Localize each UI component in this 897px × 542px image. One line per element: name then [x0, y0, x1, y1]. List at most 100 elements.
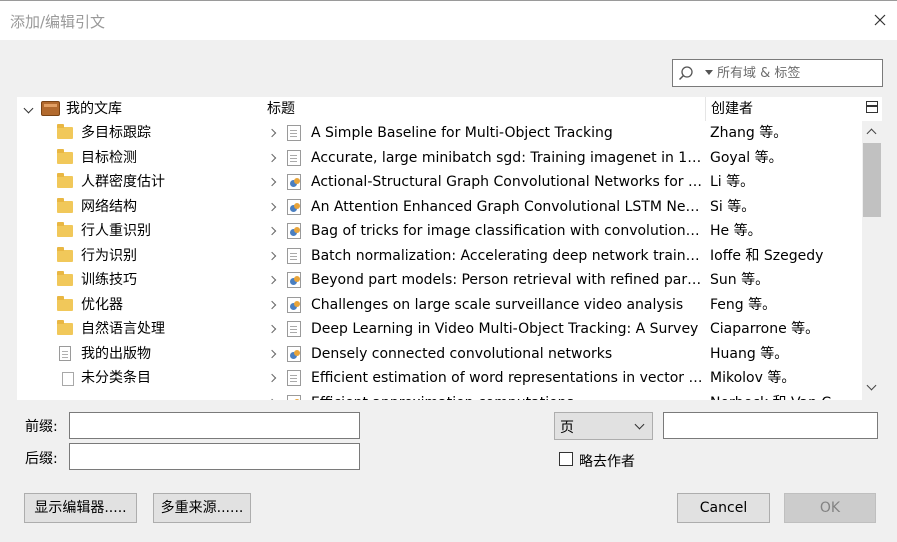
- table-row[interactable]: Bag of tricks for image classification w…: [262, 219, 862, 243]
- expand-chevron-icon[interactable]: [267, 398, 277, 400]
- row-title: Deep Learning in Video Multi-Object Trac…: [311, 321, 699, 337]
- tree-item-collection[interactable]: 行为识别: [17, 244, 262, 268]
- tree-item-collection[interactable]: 多目标跟踪: [17, 121, 262, 145]
- table-row[interactable]: Efficient approximation computations Nor…: [262, 391, 862, 400]
- row-title: Challenges on large scale surveillance v…: [311, 297, 684, 313]
- column-header-creator[interactable]: 创建者: [711, 97, 753, 121]
- table-row[interactable]: Deep Learning in Video Multi-Object Trac…: [262, 317, 862, 341]
- omit-author-label[interactable]: 略去作者: [579, 451, 635, 471]
- table-row[interactable]: Accurate, large minibatch sgd: Training …: [262, 146, 862, 170]
- row-creator: Li 等。: [710, 174, 755, 190]
- suffix-input[interactable]: [70, 444, 359, 469]
- row-title: A Simple Baseline for Multi-Object Track…: [311, 125, 613, 141]
- row-title: Batch normalization: Accelerating deep n…: [311, 248, 703, 264]
- expand-chevron-icon[interactable]: [267, 324, 277, 334]
- row-title: Densely connected convolutional networks: [311, 346, 613, 362]
- tree-item-my-library[interactable]: 我的文库: [17, 97, 262, 121]
- row-title: Bag of tricks for image classification w…: [311, 223, 703, 239]
- document-icon: [59, 346, 71, 361]
- locator-select[interactable]: 页: [554, 412, 653, 440]
- row-creator: Feng 等。: [710, 297, 777, 313]
- tree-item-unfiled[interactable]: 未分类条目: [17, 366, 262, 390]
- column-divider[interactable]: [705, 97, 706, 121]
- table-row[interactable]: A Simple Baseline for Multi-Object Track…: [262, 121, 862, 145]
- row-title: An Attention Enhanced Graph Convolutiona…: [311, 199, 703, 215]
- row-creator: Goyal 等。: [710, 150, 783, 166]
- items-table: 标题 创建者 A Simple Baseline for Multi-Objec…: [262, 97, 882, 400]
- table-row[interactable]: Actional-Structural Graph Convolutional …: [262, 170, 862, 194]
- folder-icon: [57, 247, 73, 262]
- expand-chevron-icon[interactable]: [267, 300, 277, 310]
- table-row[interactable]: Densely connected convolutional networks…: [262, 342, 862, 366]
- tree-item-label: 行人重识别: [81, 223, 151, 239]
- folder-icon: [57, 198, 73, 213]
- tree-item-collection[interactable]: 训练技巧: [17, 268, 262, 292]
- row-creator: He 等。: [710, 223, 762, 239]
- tree-item-collection[interactable]: 优化器: [17, 293, 262, 317]
- scroll-up-icon[interactable]: [866, 128, 877, 139]
- close-icon[interactable]: [873, 13, 887, 27]
- ok-button[interactable]: OK: [784, 493, 876, 523]
- table-row[interactable]: Efficient estimation of word representat…: [262, 366, 862, 390]
- table-row[interactable]: Beyond part models: Person retrieval wit…: [262, 268, 862, 292]
- row-creator: Si 等。: [710, 199, 756, 215]
- prefix-field[interactable]: [69, 412, 360, 439]
- expand-chevron-icon[interactable]: [267, 373, 277, 383]
- row-title: Efficient estimation of word representat…: [311, 370, 703, 386]
- scroll-thumb[interactable]: [863, 143, 881, 217]
- table-row[interactable]: Challenges on large scale surveillance v…: [262, 293, 862, 317]
- conference-paper-icon: [287, 199, 301, 215]
- row-creator: Sun 等。: [710, 272, 770, 288]
- table-scrollbar[interactable]: [862, 121, 882, 400]
- tree-item-label: 自然语言处理: [81, 321, 165, 337]
- tree-item-collection[interactable]: 行人重识别: [17, 219, 262, 243]
- journal-article-icon: [287, 150, 301, 166]
- folder-icon: [57, 296, 73, 311]
- multiple-sources-button[interactable]: 多重来源......: [153, 493, 251, 523]
- suffix-label: 后缀:: [25, 451, 58, 467]
- journal-article-icon: [287, 248, 301, 264]
- folder-icon: [57, 320, 73, 335]
- tree-item-collection[interactable]: 人群密度估计: [17, 170, 262, 194]
- column-header-title[interactable]: 标题: [267, 97, 295, 121]
- collapse-chevron-icon[interactable]: [23, 103, 34, 114]
- tree-item-label: 多目标跟踪: [81, 125, 151, 141]
- tree-item-collection[interactable]: 目标检测: [17, 146, 262, 170]
- omit-author-checkbox[interactable]: [559, 452, 573, 466]
- show-editor-button[interactable]: 显示编辑器.....: [24, 493, 137, 523]
- conference-paper-icon: [287, 346, 301, 362]
- prefix-input[interactable]: [70, 413, 359, 438]
- conference-paper-icon: [287, 395, 301, 400]
- tree-item-collection[interactable]: 自然语言处理: [17, 317, 262, 341]
- suffix-field[interactable]: [69, 443, 360, 470]
- scroll-down-icon[interactable]: [866, 380, 877, 391]
- table-row[interactable]: Batch normalization: Accelerating deep n…: [262, 244, 862, 268]
- expand-chevron-icon[interactable]: [267, 128, 277, 138]
- expand-chevron-icon[interactable]: [267, 177, 277, 187]
- table-row[interactable]: An Attention Enhanced Graph Convolutiona…: [262, 195, 862, 219]
- expand-chevron-icon[interactable]: [267, 251, 277, 261]
- row-title: Efficient approximation computations: [311, 391, 703, 400]
- tree-item-my-publications[interactable]: 我的出版物: [17, 342, 262, 366]
- row-creator: Norbeck 和 Van C: [710, 391, 860, 400]
- locator-field[interactable]: [663, 412, 878, 439]
- search-icon[interactable]: [678, 65, 694, 81]
- column-picker-icon[interactable]: [866, 101, 878, 113]
- search-mode-dropdown-icon[interactable]: [705, 70, 713, 75]
- tree-item-label: 行为识别: [81, 248, 137, 264]
- tree-item-label: 我的文库: [66, 101, 122, 117]
- cancel-button[interactable]: Cancel: [677, 493, 770, 523]
- expand-chevron-icon[interactable]: [267, 349, 277, 359]
- expand-chevron-icon[interactable]: [267, 275, 277, 285]
- expand-chevron-icon[interactable]: [267, 153, 277, 163]
- search-field[interactable]: [672, 59, 883, 87]
- locator-input[interactable]: [664, 413, 877, 438]
- row-creator: Ciaparrone 等。: [710, 321, 820, 337]
- expand-chevron-icon[interactable]: [267, 226, 277, 236]
- tree-item-collection[interactable]: 网络结构: [17, 195, 262, 219]
- folder-icon: [57, 222, 73, 237]
- folder-icon: [57, 271, 73, 286]
- expand-chevron-icon[interactable]: [267, 202, 277, 212]
- search-input[interactable]: [717, 63, 877, 83]
- prefix-label: 前缀:: [25, 419, 58, 435]
